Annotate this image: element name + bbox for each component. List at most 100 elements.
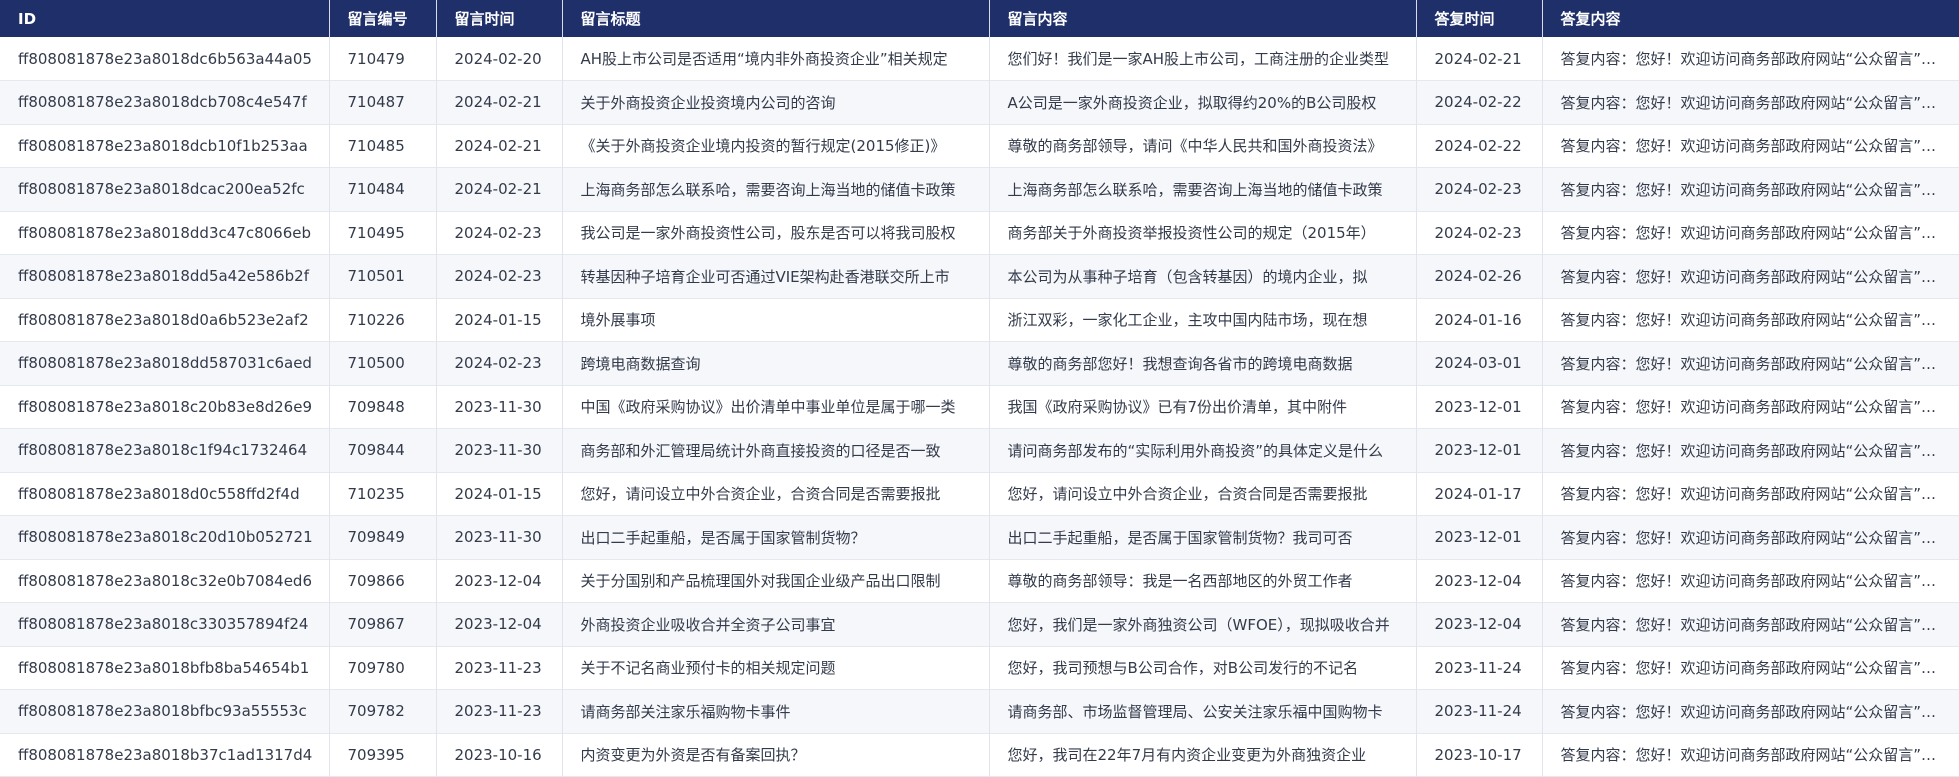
table-row[interactable]: ff808081878e23a8018bfbc93a55553c 709782 20…	[0, 689, 1959, 733]
table-row[interactable]: ff808081878e23a8018dd5a42e586b2f 710501 20…	[0, 254, 1959, 298]
table-row[interactable]: ff808081878e23a8018dcac200ea52fc 710484 20…	[0, 167, 1959, 211]
cell-message-title: 关于外商投资企业投资境内公司的咨询	[562, 80, 990, 124]
cell-id: ff808081878e23a8018c20d10b052721	[0, 515, 330, 559]
table-row[interactable]: ff808081878e23a8018b37c1ad1317d4 709395 20…	[0, 733, 1959, 777]
cell-message-no: 709866	[329, 559, 437, 603]
cell-message-content: 请商务部、市场监督管理局、公安关注家乐福中国购物卡	[989, 689, 1417, 733]
cell-message-time: 2023-11-30	[436, 385, 563, 429]
cell-reply-content: 答复内容：您好！欢迎访问商务部政府网站“公众留言”栏目	[1560, 659, 1952, 678]
cell-message-content: 您好，请问设立中外合资企业，合资合同是否需要报批	[989, 472, 1417, 516]
cell-message-title: 关于不记名商业预付卡的相关规定问题	[562, 646, 990, 690]
column-header-reply-time[interactable]: 答复时间	[1416, 0, 1543, 37]
cell-message-time: 2023-11-30	[436, 428, 563, 472]
table-row[interactable]: ff808081878e23a8018dcb708c4e547f 710487 20…	[0, 80, 1959, 124]
cell-reply-content: 答复内容：您好！欢迎访问商务部政府网站“公众留言”栏目	[1560, 485, 1952, 504]
cell-message-title: AH股上市公司是否适用“境内非外商投资企业”相关规定	[562, 37, 990, 81]
cell-message-title: 内资变更为外资是否有备案回执？	[562, 733, 990, 777]
cell-message-time: 2024-01-15	[436, 298, 563, 342]
cell-message-no: 710235	[329, 472, 437, 516]
cell-id: ff808081878e23a8018bfb8ba54654b1	[0, 646, 330, 690]
cell-message-no: 710500	[329, 341, 437, 385]
cell-message-content: 请问商务部发布的“实际利用外商投资”的具体定义是什么	[989, 428, 1417, 472]
cell-reply-time: 2023-11-24	[1416, 646, 1543, 690]
cell-id: ff808081878e23a8018c20b83e8d26e9	[0, 385, 330, 429]
cell-reply-time: 2024-02-21	[1416, 37, 1543, 81]
cell-message-time: 2024-02-23	[436, 341, 563, 385]
cell-message-time: 2024-02-21	[436, 80, 563, 124]
cell-reply-time: 2024-02-22	[1416, 80, 1543, 124]
table-row[interactable]: ff808081878e23a8018dd3c47c8066eb 710495 20…	[0, 211, 1959, 255]
cell-message-title: 上海商务部怎么联系哈，需要咨询上海当地的储值卡政策	[562, 167, 990, 211]
cell-message-no: 710485	[329, 124, 437, 168]
table-row[interactable]: ff808081878e23a8018c1f94c1732464 709844 20…	[0, 428, 1959, 472]
column-header-message-content[interactable]: 留言内容	[989, 0, 1417, 37]
cell-message-content: 出口二手起重船，是否属于国家管制货物？我司可否	[989, 515, 1417, 559]
table-row[interactable]: ff808081878e23a8018bfb8ba54654b1 709780 20…	[0, 646, 1959, 690]
column-header-message-time[interactable]: 留言时间	[436, 0, 563, 37]
cell-message-time: 2023-10-16	[436, 733, 563, 777]
cell-message-content: A公司是一家外商投资企业，拟取得约20%的B公司股权	[989, 80, 1417, 124]
message-table: ID 留言编号 留言时间 留言标题 留言内容 答复时间 答复内容 ff80808…	[0, 0, 1959, 777]
cell-reply-content: 答复内容：您好！欢迎访问商务部政府网站“公众留言”栏目	[1560, 267, 1952, 286]
column-header-message-title[interactable]: 留言标题	[562, 0, 990, 37]
table-row[interactable]: ff808081878e23a8018c20d10b052721 709849 20…	[0, 515, 1959, 559]
table-header: ID 留言编号 留言时间 留言标题 留言内容 答复时间 答复内容	[0, 0, 1959, 37]
cell-reply-content: 答复内容：您好！欢迎访问商务部政府网站“公众留言”栏目	[1560, 615, 1952, 634]
cell-message-title: 跨境电商数据查询	[562, 341, 990, 385]
table-row[interactable]: ff808081878e23a8018c32e0b7084ed6 709866 20…	[0, 559, 1959, 603]
cell-message-no: 709844	[329, 428, 437, 472]
table-row[interactable]: ff808081878e23a8018d0a6b523e2af2 710226 20…	[0, 298, 1959, 342]
cell-reply-content: 答复内容：您好！欢迎访问商务部政府网站“公众留言”栏目	[1560, 93, 1952, 112]
cell-reply-content: 答复内容：您好！欢迎访问商务部政府网站“公众留言”栏目	[1560, 398, 1952, 417]
cell-message-time: 2024-01-15	[436, 472, 563, 516]
cell-id: ff808081878e23a8018b37c1ad1317d4	[0, 733, 330, 777]
cell-id: ff808081878e23a8018dd3c47c8066eb	[0, 211, 330, 255]
table-row[interactable]: ff808081878e23a8018dc6b563a44a05 710479 20…	[0, 37, 1959, 81]
cell-message-no: 709848	[329, 385, 437, 429]
cell-message-time: 2024-02-23	[436, 211, 563, 255]
table-row[interactable]: ff808081878e23a8018dcb10f1b253aa 710485 20…	[0, 124, 1959, 168]
cell-message-no: 710487	[329, 80, 437, 124]
cell-reply-content: 答复内容：您好！欢迎访问商务部政府网站“公众留言”栏目	[1560, 702, 1952, 721]
cell-id: ff808081878e23a8018bfbc93a55553c	[0, 689, 330, 733]
cell-reply-time: 2023-11-24	[1416, 689, 1543, 733]
cell-reply-time: 2023-12-04	[1416, 559, 1543, 603]
cell-reply-content: 答复内容：您好！欢迎访问商务部政府网站“公众留言”栏目	[1560, 528, 1952, 547]
cell-reply-time: 2024-02-22	[1416, 124, 1543, 168]
table-row[interactable]: ff808081878e23a8018c20b83e8d26e9 709848 20…	[0, 385, 1959, 429]
cell-reply-content: 答复内容：您好！欢迎访问商务部政府网站“公众留言”栏目	[1560, 50, 1952, 68]
column-header-id[interactable]: ID	[0, 0, 330, 37]
message-table-container: ID 留言编号 留言时间 留言标题 留言内容 答复时间 答复内容 ff80808…	[0, 0, 1959, 777]
cell-message-no: 709780	[329, 646, 437, 690]
cell-message-no: 710484	[329, 167, 437, 211]
cell-message-no: 710226	[329, 298, 437, 342]
column-header-reply-content[interactable]: 答复内容	[1542, 0, 1959, 37]
table-row[interactable]: ff808081878e23a8018d0c558ffd2f4d 710235 20…	[0, 472, 1959, 516]
cell-message-title: 中国《政府采购协议》出价清单中事业单位是属于哪一类	[562, 385, 990, 429]
cell-message-time: 2023-11-23	[436, 689, 563, 733]
cell-message-no: 709867	[329, 602, 437, 646]
cell-reply-time: 2023-12-04	[1416, 602, 1543, 646]
cell-message-title: 转基因种子培育企业可否通过VIE架构赴香港联交所上市	[562, 254, 990, 298]
cell-id: ff808081878e23a8018dcb708c4e547f	[0, 80, 330, 124]
table-row[interactable]: ff808081878e23a8018dd587031c6aed 710500 20…	[0, 341, 1959, 385]
cell-reply-content: 答复内容：您好！欢迎访问商务部政府网站“公众留言”栏目	[1560, 441, 1952, 460]
cell-reply-content: 答复内容：您好！欢迎访问商务部政府网站“公众留言”栏目	[1560, 137, 1952, 156]
cell-message-no: 710479	[329, 37, 437, 81]
cell-reply-time: 2023-12-01	[1416, 385, 1543, 429]
cell-message-title: 请商务部关注家乐福购物卡事件	[562, 689, 990, 733]
cell-message-time: 2024-02-20	[436, 37, 563, 81]
column-header-message-no[interactable]: 留言编号	[329, 0, 437, 37]
cell-id: ff808081878e23a8018dcb10f1b253aa	[0, 124, 330, 168]
cell-reply-time: 2023-10-17	[1416, 733, 1543, 777]
cell-message-no: 709395	[329, 733, 437, 777]
cell-reply-content: 答复内容：您好！欢迎访问商务部政府网站“公众留言”栏目	[1560, 746, 1952, 765]
cell-message-title: 商务部和外汇管理局统计外商直接投资的口径是否一致	[562, 428, 990, 472]
cell-reply-time: 2024-03-01	[1416, 341, 1543, 385]
cell-message-no: 710501	[329, 254, 437, 298]
table-row[interactable]: ff808081878e23a8018c330357894f24 709867 20…	[0, 602, 1959, 646]
cell-id: ff808081878e23a8018dcac200ea52fc	[0, 167, 330, 211]
cell-message-content: 商务部关于外商投资举报投资性公司的规定（2015年）	[989, 211, 1417, 255]
cell-message-content: 我国《政府采购协议》已有7份出价清单，其中附件	[989, 385, 1417, 429]
cell-message-time: 2024-02-21	[436, 167, 563, 211]
